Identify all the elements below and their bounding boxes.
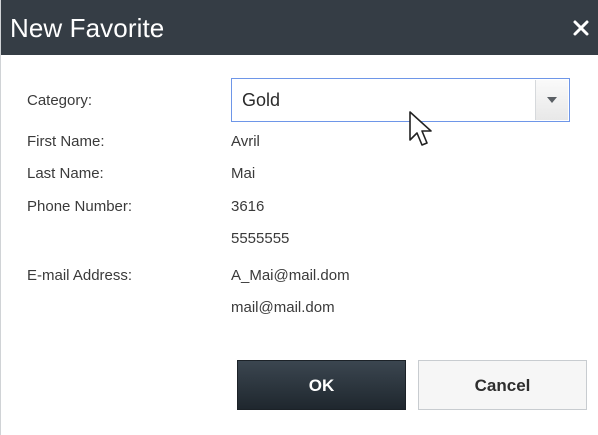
phone-number-value-1: 3616 (231, 198, 265, 215)
category-selected-value: Gold (242, 90, 281, 110)
cancel-button[interactable]: Cancel (418, 360, 587, 410)
last-name-label: Last Name: (27, 165, 104, 182)
close-icon (573, 20, 589, 36)
ok-button[interactable]: OK (237, 360, 406, 410)
email-address-value-2: mail@mail.dom (231, 299, 335, 316)
close-button[interactable] (568, 15, 594, 41)
category-label: Category: (27, 92, 93, 109)
last-name-value: Mai (231, 165, 256, 182)
first-name-label: First Name: (27, 133, 105, 150)
email-address-value-1: A_Mai@mail.dom (231, 267, 350, 284)
category-select[interactable]: Gold (231, 78, 570, 122)
dialog-title: New Favorite (10, 13, 165, 43)
first-name-value: Avril (231, 133, 260, 150)
email-address-label: E-mail Address: (27, 267, 133, 284)
new-favorite-dialog: New Favorite Category: Gold First Name: … (0, 0, 598, 435)
category-dropdown-toggle[interactable] (535, 80, 568, 120)
phone-number-label: Phone Number: (27, 198, 133, 215)
phone-number-value-2: 5555555 (231, 230, 290, 247)
chevron-down-icon (547, 97, 557, 103)
title-bar: New Favorite (1, 0, 598, 55)
